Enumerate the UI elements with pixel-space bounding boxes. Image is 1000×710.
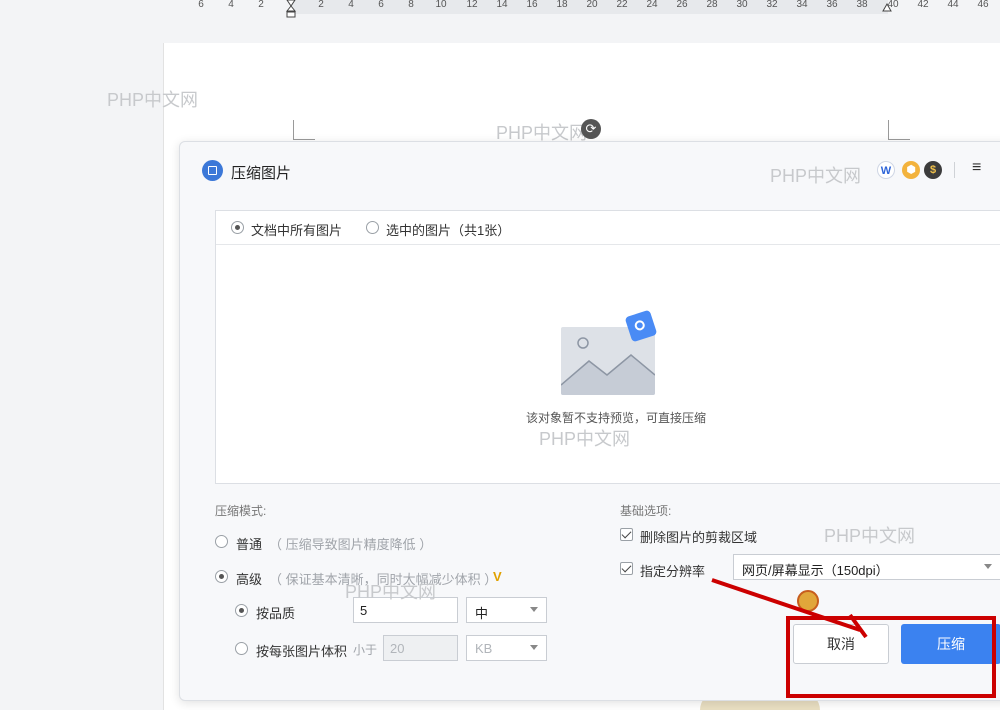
annotation-arrow-icon (711, 578, 868, 639)
